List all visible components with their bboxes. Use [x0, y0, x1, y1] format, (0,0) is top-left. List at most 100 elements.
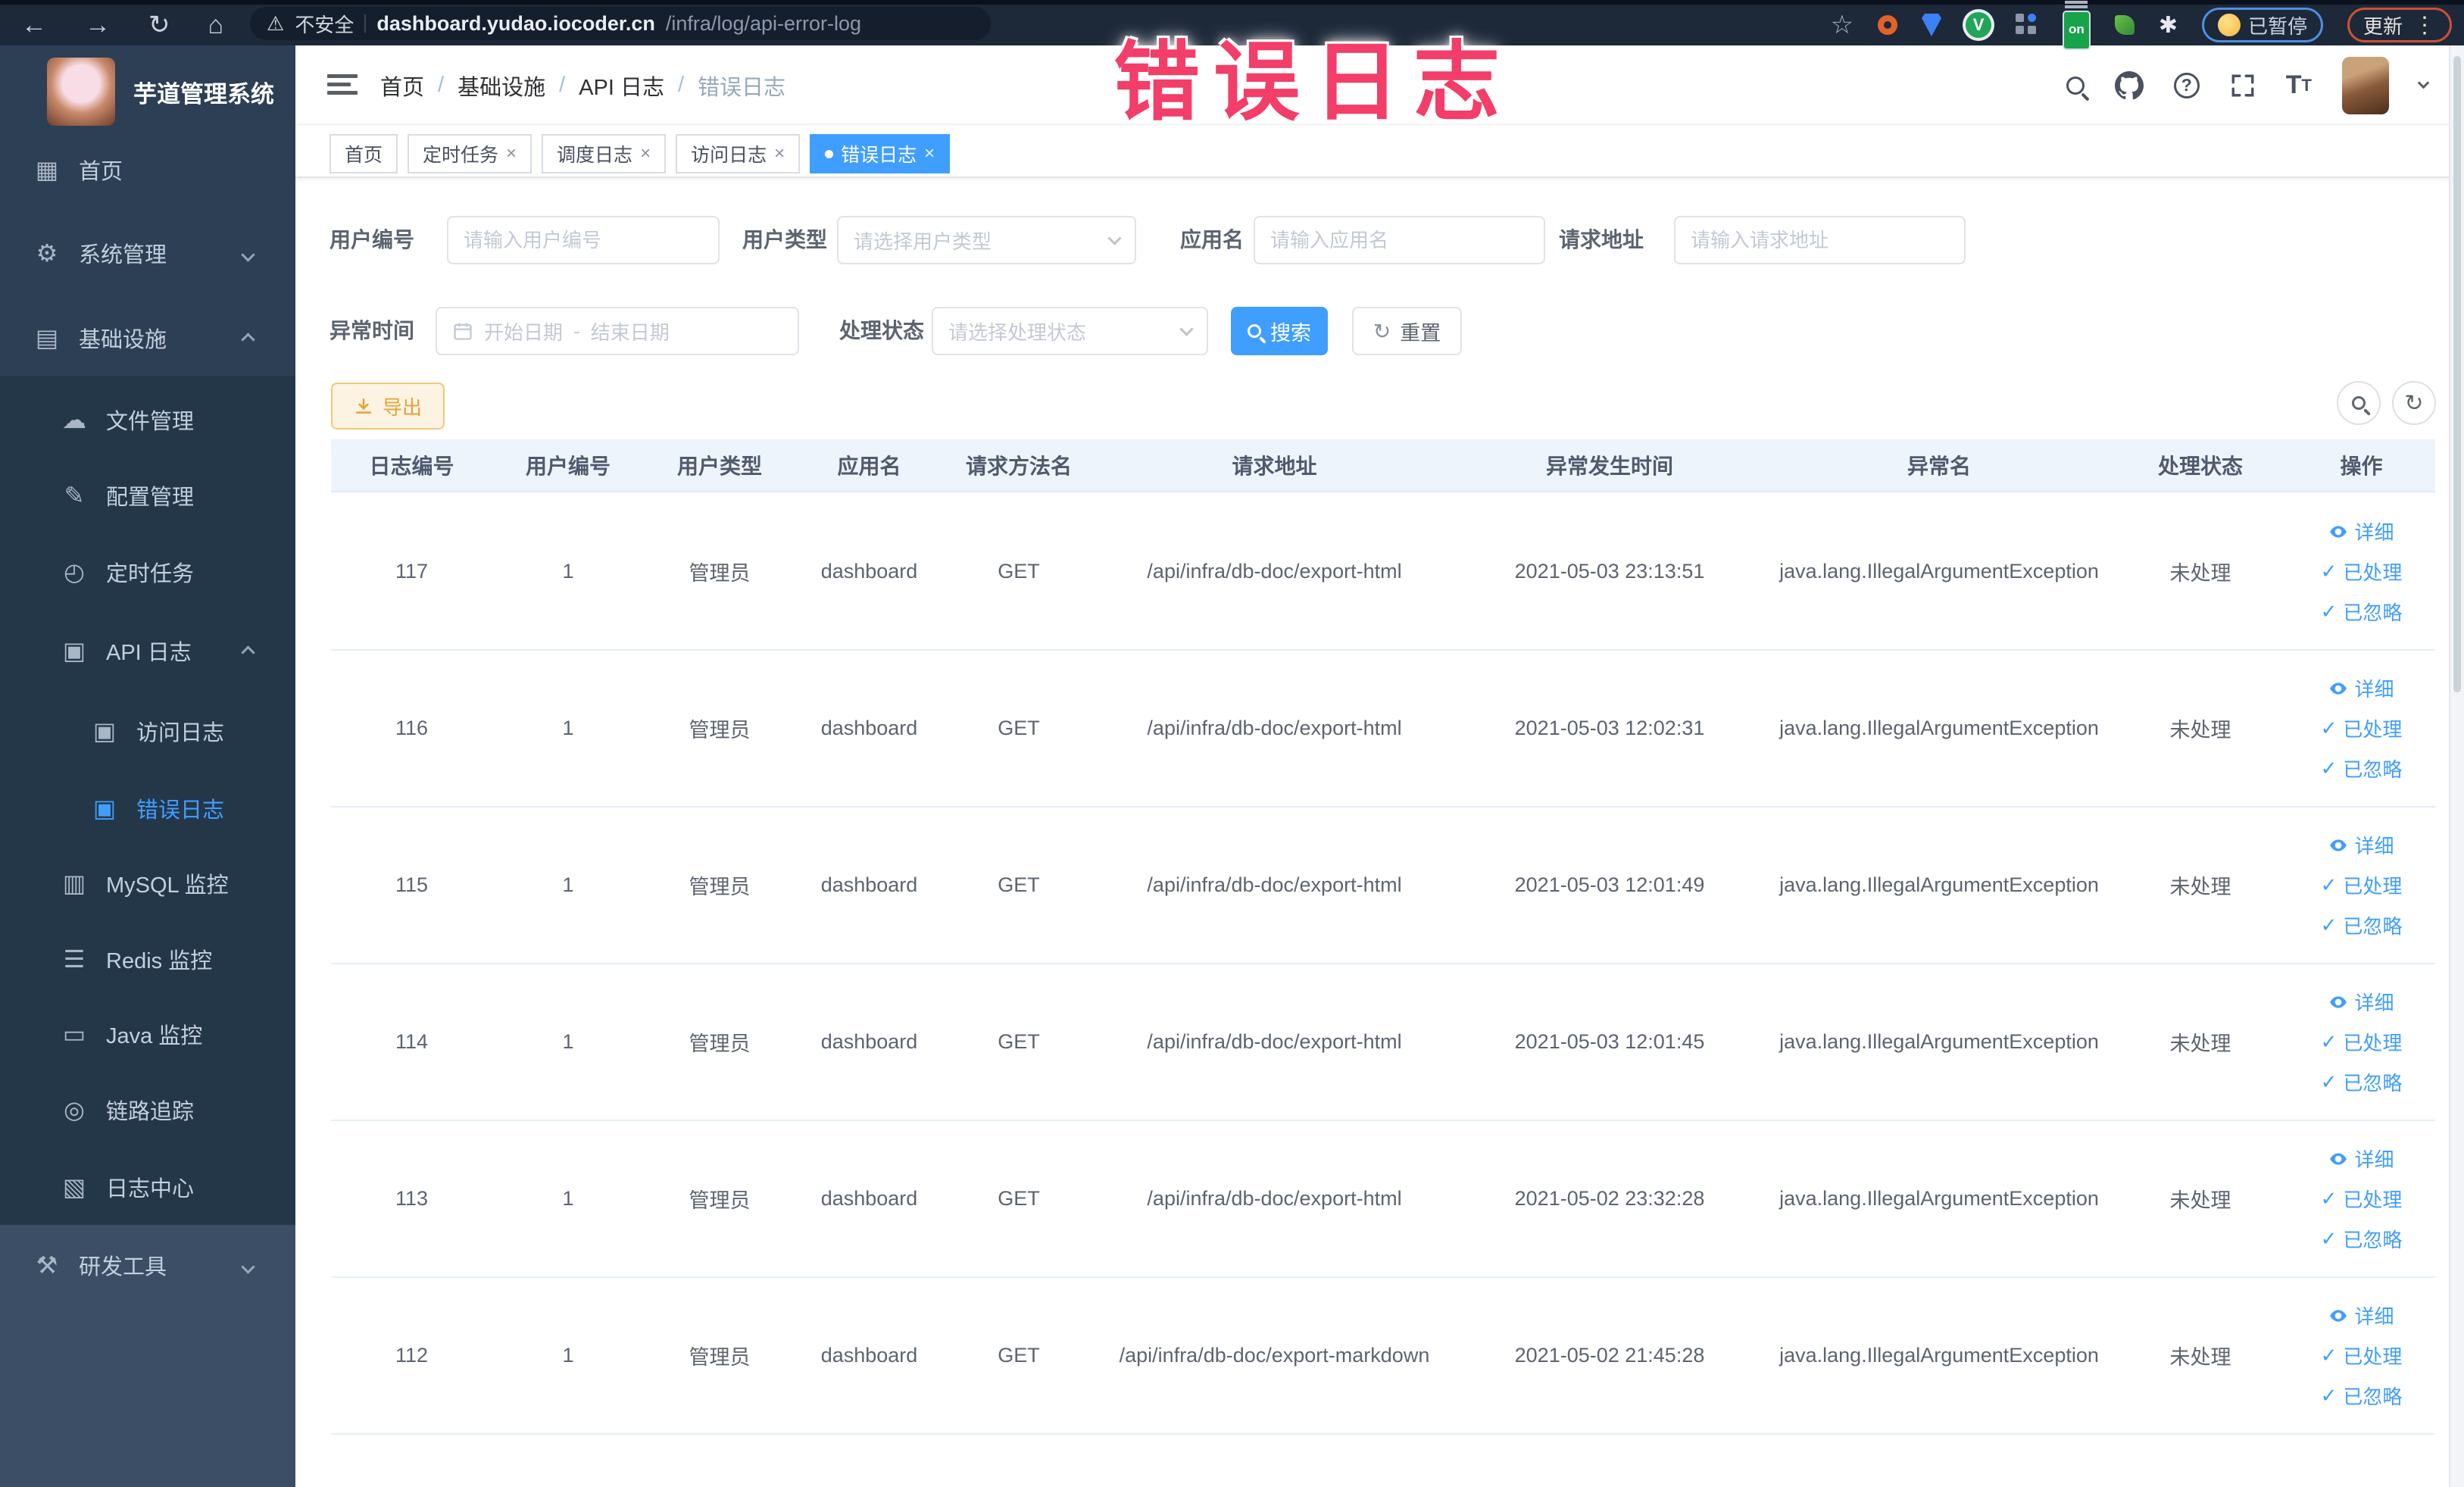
paused-extension-badge[interactable]: 已暂停	[2201, 8, 2323, 42]
sidebar-item-label: MySQL 监控	[106, 873, 229, 898]
cell-user_id: 1	[562, 560, 574, 583]
mark-ignored-link[interactable]: ✓ 已忽略	[2321, 1225, 2403, 1253]
extensions-puzzle-icon[interactable]: ✱	[2159, 12, 2178, 39]
browser-update-button[interactable]: 更新 ⋮	[2347, 8, 2452, 42]
detail-link[interactable]: 详细	[2328, 831, 2394, 859]
mark-processed-link[interactable]: ✓ 已处理	[2321, 871, 2403, 899]
export-button[interactable]: 导出	[331, 383, 445, 430]
fullscreen-icon[interactable]	[2230, 73, 2256, 98]
help-icon[interactable]: ?	[2173, 72, 2200, 98]
gear-icon: ⚙	[36, 239, 58, 267]
mark-processed-link[interactable]: ✓ 已处理	[2321, 1028, 2403, 1056]
address-bar[interactable]: ⚠ 不安全 dashboard.yudao.iocoder.cn/infra/l…	[250, 7, 991, 40]
sidebar-item-error-log[interactable]: ▣ 错误日志	[0, 770, 295, 846]
app-name-label: 应用名	[1180, 228, 1244, 251]
reset-button[interactable]: ↻ 重置	[1352, 307, 1462, 355]
sidebar-item-java[interactable]: ▭ Java 监控	[0, 996, 295, 1072]
forward-icon[interactable]: →	[85, 12, 111, 38]
sidebar-item-api-log[interactable]: ▣ API 日志	[0, 613, 295, 689]
hamburger-menu-icon[interactable]	[327, 70, 358, 99]
user-id-input[interactable]	[447, 216, 720, 264]
mark-ignored-link[interactable]: ✓ 已忽略	[2321, 1382, 2403, 1410]
process-status-select[interactable]: 请选择处理状态	[932, 307, 1208, 355]
font-size-icon[interactable]: TT	[2286, 70, 2312, 100]
detail-link[interactable]: 详细	[2328, 1301, 2394, 1329]
search-icon	[2352, 396, 2366, 410]
back-icon[interactable]: ←	[21, 12, 47, 38]
sidebar-item-infra[interactable]: ▤ 基础设施	[0, 300, 295, 376]
tab-1[interactable]: 定时任务 ×	[408, 134, 532, 173]
processed-label: 已处理	[2343, 875, 2403, 898]
tab-0[interactable]: 首页	[329, 134, 398, 173]
close-icon[interactable]: ×	[924, 143, 935, 164]
page-scrollbar[interactable]	[2449, 45, 2464, 1487]
cell-user_id: 1	[562, 1187, 574, 1210]
extension-on-badge-icon[interactable]: on	[2063, 0, 2091, 50]
cell-user_id: 1	[562, 873, 574, 896]
search-icon[interactable]	[2066, 76, 2085, 95]
detail-link[interactable]: 详细	[2328, 674, 2394, 702]
sidebar-item-job[interactable]: ◴ 定时任务	[0, 534, 295, 610]
sidebar-item-access-log[interactable]: ▣ 访问日志	[0, 693, 295, 769]
search-button[interactable]: 搜索	[1231, 307, 1328, 355]
mark-processed-link[interactable]: ✓ 已处理	[2321, 714, 2403, 742]
sidebar-item-label: 访问日志	[136, 721, 225, 745]
close-icon[interactable]: ×	[774, 143, 785, 164]
user-type-select[interactable]: 请选择用户类型	[837, 216, 1136, 264]
sidebar-item-trace[interactable]: ◎ 链路追踪	[0, 1072, 295, 1148]
processed-label: 已处理	[2343, 1032, 2403, 1054]
exception-time-range-picker[interactable]: 开始日期 - 结束日期	[436, 307, 799, 355]
tab-3[interactable]: 访问日志 ×	[676, 134, 801, 173]
sidebar-item-system[interactable]: ⚙ 系统管理	[0, 215, 295, 291]
extension-grid-icon[interactable]	[2016, 14, 2038, 36]
sidebar-item-config[interactable]: ✎ 配置管理	[0, 458, 295, 533]
sidebar-item-home[interactable]: ▦ 首页	[0, 132, 295, 208]
mark-processed-link[interactable]: ✓ 已处理	[2321, 558, 2403, 586]
mark-ignored-link[interactable]: ✓ 已忽略	[2321, 911, 2403, 939]
cell-url: /api/infra/db-doc/export-html	[1147, 717, 1402, 739]
user-avatar[interactable]	[2342, 56, 2389, 114]
detail-label: 详细	[2354, 521, 2394, 544]
breadcrumb-separator: /	[559, 73, 566, 97]
breadcrumb-item[interactable]: 首页	[380, 70, 424, 102]
sidebar-item-file[interactable]: ☁ 文件管理	[0, 382, 295, 458]
detail-link[interactable]: 详细	[2328, 1145, 2394, 1173]
chevron-down-icon[interactable]	[2417, 77, 2430, 89]
mark-ignored-link[interactable]: ✓ 已忽略	[2321, 598, 2403, 626]
home-icon[interactable]: ⌂	[208, 12, 224, 38]
tab-4[interactable]: 错误日志 ×	[810, 134, 951, 173]
extension-leaf-icon[interactable]	[2114, 15, 2135, 35]
mark-processed-link[interactable]: ✓ 已处理	[2321, 1185, 2403, 1213]
detail-link[interactable]: 详细	[2328, 988, 2394, 1016]
sidebar-item-dev-tools[interactable]: ⚒ 研发工具	[0, 1227, 295, 1303]
cell-app: dashboard	[820, 1030, 918, 1053]
sidebar-item-log-center[interactable]: ▧ 日志中心	[0, 1149, 295, 1225]
close-icon[interactable]: ×	[506, 143, 517, 164]
app-name-input[interactable]	[1254, 216, 1545, 264]
refresh-table-button[interactable]: ↻	[2392, 381, 2436, 425]
sidebar-item-mysql[interactable]: ▥ MySQL 监控	[0, 845, 295, 921]
chevron-down-icon	[241, 241, 255, 266]
reload-icon[interactable]: ↻	[148, 12, 170, 38]
detail-link[interactable]: 详细	[2328, 517, 2394, 545]
breadcrumb-item[interactable]: 基础设施	[458, 70, 545, 102]
sidebar-item-redis[interactable]: ☰ Redis 监控	[0, 921, 295, 997]
request-url-input[interactable]	[1674, 216, 1966, 264]
extension-orange-icon[interactable]	[1878, 15, 1898, 35]
mark-ignored-link[interactable]: ✓ 已忽略	[2321, 1068, 2403, 1096]
extension-shield-icon[interactable]	[1922, 14, 1942, 36]
close-icon[interactable]: ×	[640, 143, 651, 164]
mark-ignored-link[interactable]: ✓ 已忽略	[2321, 754, 2403, 783]
bookmark-star-icon[interactable]: ☆	[1831, 10, 1853, 40]
browser-menu-icon[interactable]: ⋮	[2413, 12, 2436, 39]
extension-green-icon[interactable]: V	[1966, 12, 1992, 38]
scrollbar-thumb[interactable]	[2453, 56, 2461, 692]
breadcrumb-item[interactable]: API 日志	[579, 70, 664, 102]
github-icon[interactable]	[2114, 70, 2144, 100]
stack-icon: ☰	[63, 945, 86, 973]
app-logo[interactable]: 芋道管理系统	[47, 58, 274, 126]
mark-processed-link[interactable]: ✓ 已处理	[2321, 1342, 2403, 1370]
eye-icon	[2330, 1152, 2347, 1165]
toggle-search-button[interactable]	[2337, 381, 2381, 425]
tab-2[interactable]: 调度日志 ×	[542, 134, 667, 173]
